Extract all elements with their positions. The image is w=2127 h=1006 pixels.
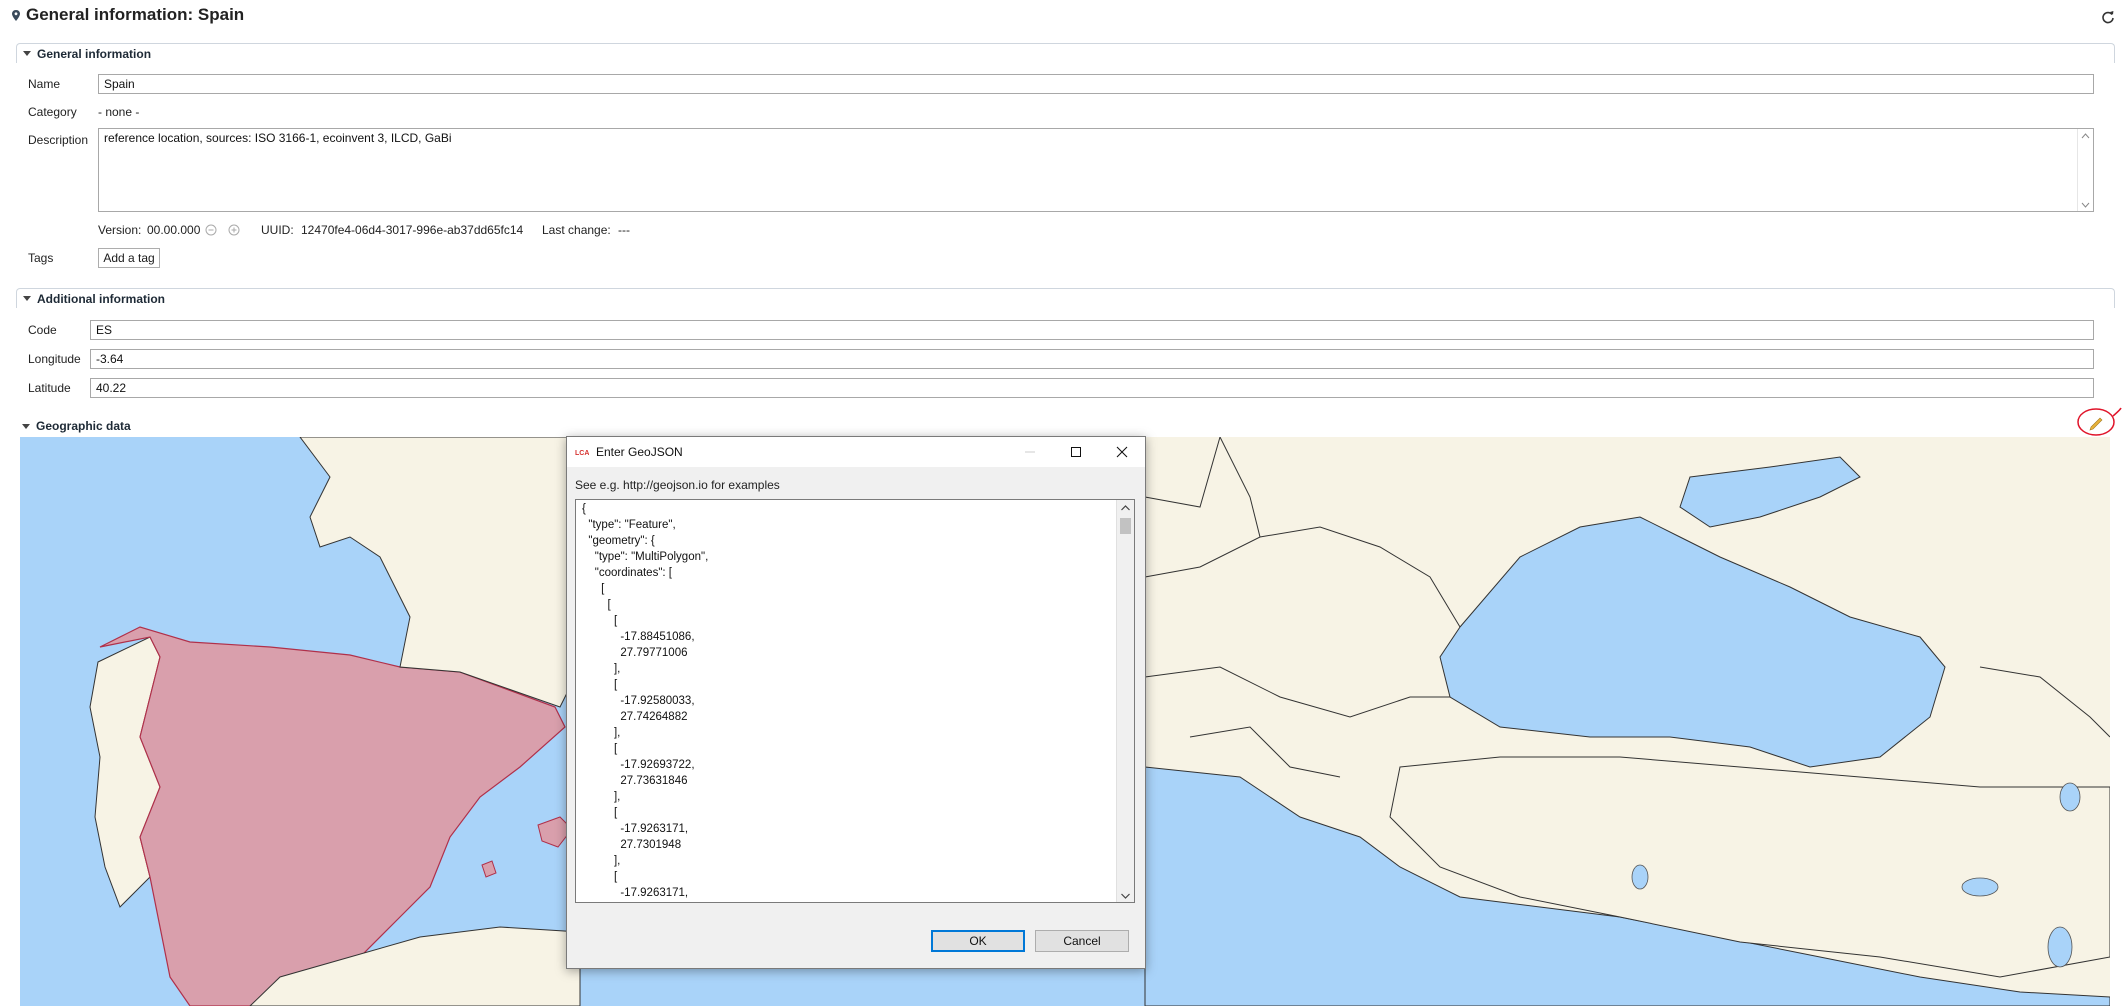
section-title: Geographic data [36,419,131,433]
description-field[interactable]: reference location, sources: ISO 3166-1,… [98,128,2094,212]
version-increment-icon[interactable] [228,224,240,236]
version-decrement-icon[interactable] [205,224,217,236]
maximize-button[interactable] [1053,437,1099,467]
lake [2047,926,2073,968]
dialog-title: Enter GeoJSON [596,445,683,459]
last-change-label: Last change: [542,223,611,237]
collapse-triangle-icon [22,423,30,429]
section-title: Additional information [37,291,165,306]
app-logo-icon: LCA [575,446,589,458]
latitude-field[interactable]: 40.22 [90,378,2094,398]
description-scrollbar[interactable] [2077,129,2093,211]
latitude-label: Latitude [28,381,71,395]
lake [1631,864,1649,890]
code-label: Code [28,323,57,337]
ok-button[interactable]: OK [931,930,1025,952]
page-title: General information: Spain [26,5,245,24]
geojson-dialog: LCA Enter GeoJSON See e.g. http://geojso… [566,436,1146,969]
lake [1961,877,1999,897]
close-icon [1116,446,1128,458]
geojson-text: { "type": "Feature", "geometry": { "type… [582,503,709,899]
description-label: Description [28,133,89,147]
uuid-label: UUID: [261,223,294,237]
map-pin-icon [12,9,20,21]
maximize-icon [1071,447,1081,457]
longitude-label: Longitude [28,352,81,366]
general-info-section-header[interactable]: General information [16,43,2115,63]
version-value: 00.00.000 [147,223,201,237]
collapse-triangle-icon [23,296,31,301]
minimize-icon [1025,451,1035,453]
category-value: - none - [98,105,140,119]
uuid-value: 12470fe4-06d4-3017-996e-ab37dd65fc14 [301,223,524,237]
code-field[interactable]: ES [90,320,2094,340]
pencil-icon [2077,407,2122,436]
svg-text:LCA: LCA [575,450,589,457]
category-label: Category [28,105,77,119]
section-title: General information [37,46,152,61]
scroll-arrows-icon [1121,505,1130,899]
last-change-value: --- [618,223,630,237]
cancel-button[interactable]: Cancel [1035,930,1129,952]
longitude-field[interactable]: -3.64 [90,349,2094,369]
lake [2059,782,2081,812]
refresh-icon[interactable] [2101,10,2115,24]
description-text: reference location, sources: ISO 3166-1,… [104,131,452,145]
page-title-row: General information: Spain [12,5,244,25]
close-button[interactable] [1099,437,1145,467]
name-field[interactable]: Spain [98,74,2094,94]
geojson-textarea[interactable]: { "type": "Feature", "geometry": { "type… [575,499,1135,903]
add-tag-button[interactable]: Add a tag [98,248,160,268]
geographic-data-section-header[interactable]: Geographic data [16,416,2115,436]
additional-info-section-header[interactable]: Additional information [16,288,2115,308]
dialog-hint: See e.g. http://geojson.io for examples [575,478,780,492]
name-label: Name [28,77,61,91]
dialog-titlebar[interactable]: LCA Enter GeoJSON [567,437,1145,467]
edit-geojson-button[interactable] [2076,406,2122,438]
collapse-triangle-icon [23,51,31,56]
tags-label: Tags [28,251,54,265]
version-label: Version: [98,223,142,237]
minimize-button[interactable] [1007,437,1053,467]
geojson-scrollbar[interactable] [1116,500,1134,902]
scroll-thumb[interactable] [1120,518,1131,534]
